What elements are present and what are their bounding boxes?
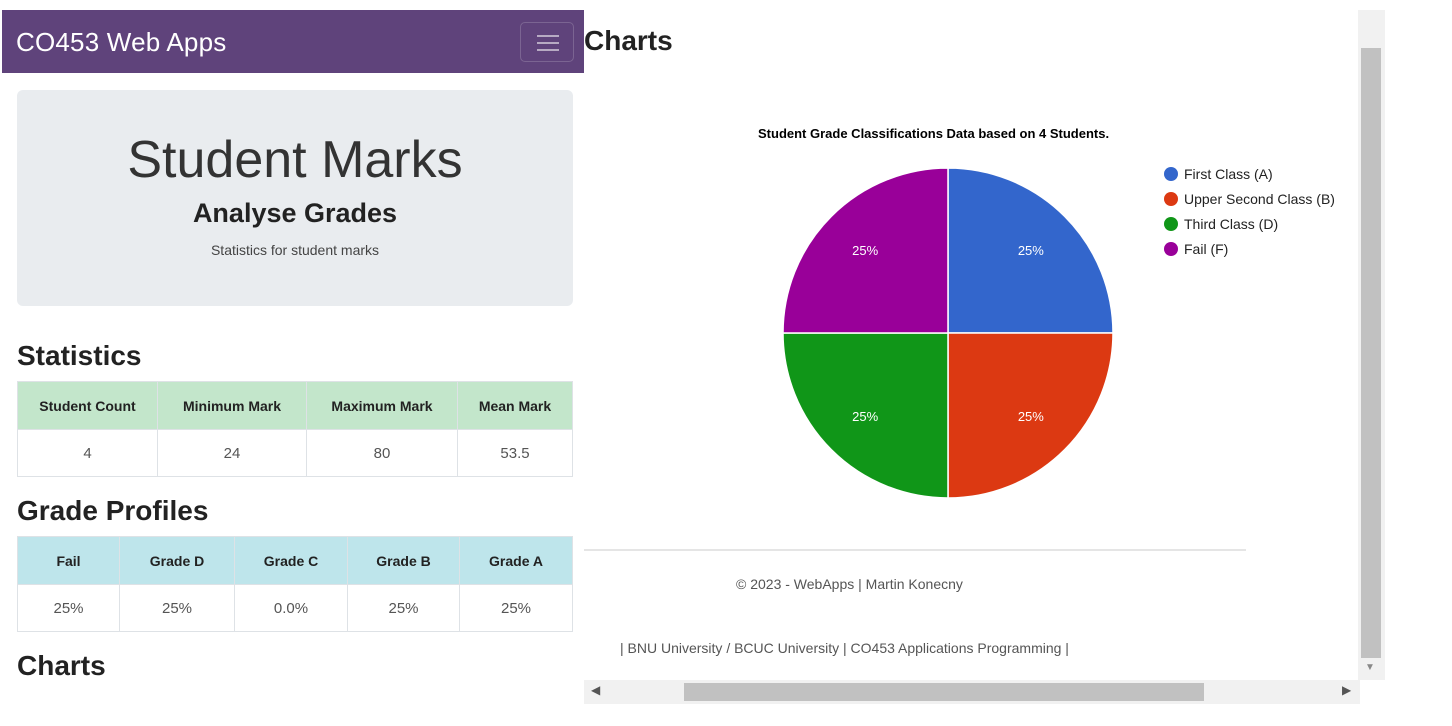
horizontal-scrollbar-thumb[interactable] bbox=[684, 683, 1204, 701]
footer-divider bbox=[584, 549, 1246, 551]
grade-profiles-table: Fail Grade D Grade C Grade B Grade A 25%… bbox=[17, 536, 573, 632]
table-cell: 25% bbox=[459, 584, 573, 632]
page-subtitle: Analyse Grades bbox=[192, 198, 398, 228]
legend-item[interactable]: Fail (F) bbox=[1164, 241, 1335, 266]
legend-item[interactable]: Third Class (D) bbox=[1164, 216, 1335, 241]
table-cell: 25% bbox=[17, 584, 120, 632]
pie-chart: 25% 25% 25% 25% bbox=[782, 167, 1114, 499]
table-header-row: Student Count Minimum Mark Maximum Mark … bbox=[17, 381, 573, 430]
left-panel: CO453 Web Apps Student Marks Analyse Gra… bbox=[0, 0, 584, 726]
legend-dot-icon bbox=[1164, 167, 1178, 181]
table-cell: 25% bbox=[119, 584, 235, 632]
statistics-heading: Statistics bbox=[17, 340, 142, 371]
table-header: Grade B bbox=[347, 536, 460, 585]
legend-dot-icon bbox=[1164, 217, 1178, 231]
table-cell: 0.0% bbox=[234, 584, 348, 632]
navbar-toggle-button[interactable] bbox=[520, 22, 574, 62]
table-header: Minimum Mark bbox=[157, 381, 307, 430]
scroll-down-arrow-icon[interactable]: ▼ bbox=[1365, 662, 1375, 673]
table-header: Grade A bbox=[459, 536, 573, 585]
page-description: Statistics for student marks bbox=[210, 242, 380, 258]
table-header-row: Fail Grade D Grade C Grade B Grade A bbox=[17, 536, 573, 585]
footer-copyright: © 2023 - WebApps | Martin Konecny bbox=[736, 576, 963, 592]
legend-label: Upper Second Class (B) bbox=[1184, 191, 1335, 207]
right-panel: Charts Student Grade Classifications Dat… bbox=[584, 10, 1386, 704]
table-cell: 53.5 bbox=[457, 429, 573, 477]
footer-links[interactable]: | BNU University / BCUC University | CO4… bbox=[620, 640, 1069, 656]
legend-label: Fail (F) bbox=[1184, 241, 1229, 257]
legend-item[interactable]: Upper Second Class (B) bbox=[1164, 191, 1335, 216]
grade-profiles-heading: Grade Profiles bbox=[17, 495, 209, 526]
table-cell: 4 bbox=[17, 429, 158, 477]
legend-dot-icon bbox=[1164, 192, 1178, 206]
charts-heading: Charts bbox=[17, 650, 106, 681]
horizontal-scrollbar[interactable]: ◀ ▶ bbox=[584, 680, 1360, 704]
vertical-scrollbar[interactable]: ▼ bbox=[1358, 10, 1385, 680]
pie-slice-label: 25% bbox=[1018, 243, 1044, 258]
table-cell: 80 bbox=[306, 429, 458, 477]
legend-label: First Class (A) bbox=[1184, 166, 1273, 182]
table-header: Fail bbox=[17, 536, 120, 585]
legend-dot-icon bbox=[1164, 242, 1178, 256]
pie-slice-label: 25% bbox=[1018, 409, 1044, 424]
page-title: Student Marks bbox=[127, 131, 463, 189]
chart-legend: First Class (A) Upper Second Class (B) Thi… bbox=[1164, 166, 1335, 266]
table-header: Grade C bbox=[234, 536, 348, 585]
table-row: 4 24 80 53.5 bbox=[17, 429, 573, 477]
table-header: Grade D bbox=[119, 536, 235, 585]
legend-item[interactable]: First Class (A) bbox=[1164, 166, 1335, 191]
table-header: Maximum Mark bbox=[306, 381, 458, 430]
statistics-table: Student Count Minimum Mark Maximum Mark … bbox=[17, 381, 573, 477]
pie-slice-label: 25% bbox=[852, 243, 878, 258]
navbar: CO453 Web Apps bbox=[2, 10, 584, 73]
jumbotron: Student Marks Analyse Grades Statistics … bbox=[17, 90, 573, 306]
scroll-left-arrow-icon[interactable]: ◀ bbox=[591, 683, 600, 697]
table-cell: 25% bbox=[347, 584, 460, 632]
table-header: Student Count bbox=[17, 381, 158, 430]
vertical-scrollbar-thumb[interactable] bbox=[1361, 48, 1381, 658]
navbar-brand[interactable]: CO453 Web Apps bbox=[16, 27, 226, 58]
legend-label: Third Class (D) bbox=[1184, 216, 1279, 232]
pie-slice-label: 25% bbox=[852, 409, 878, 424]
table-row: 25% 25% 0.0% 25% 25% bbox=[17, 584, 573, 632]
scroll-right-arrow-icon[interactable]: ▶ bbox=[1342, 683, 1351, 697]
table-cell: 24 bbox=[157, 429, 307, 477]
table-header: Mean Mark bbox=[457, 381, 573, 430]
